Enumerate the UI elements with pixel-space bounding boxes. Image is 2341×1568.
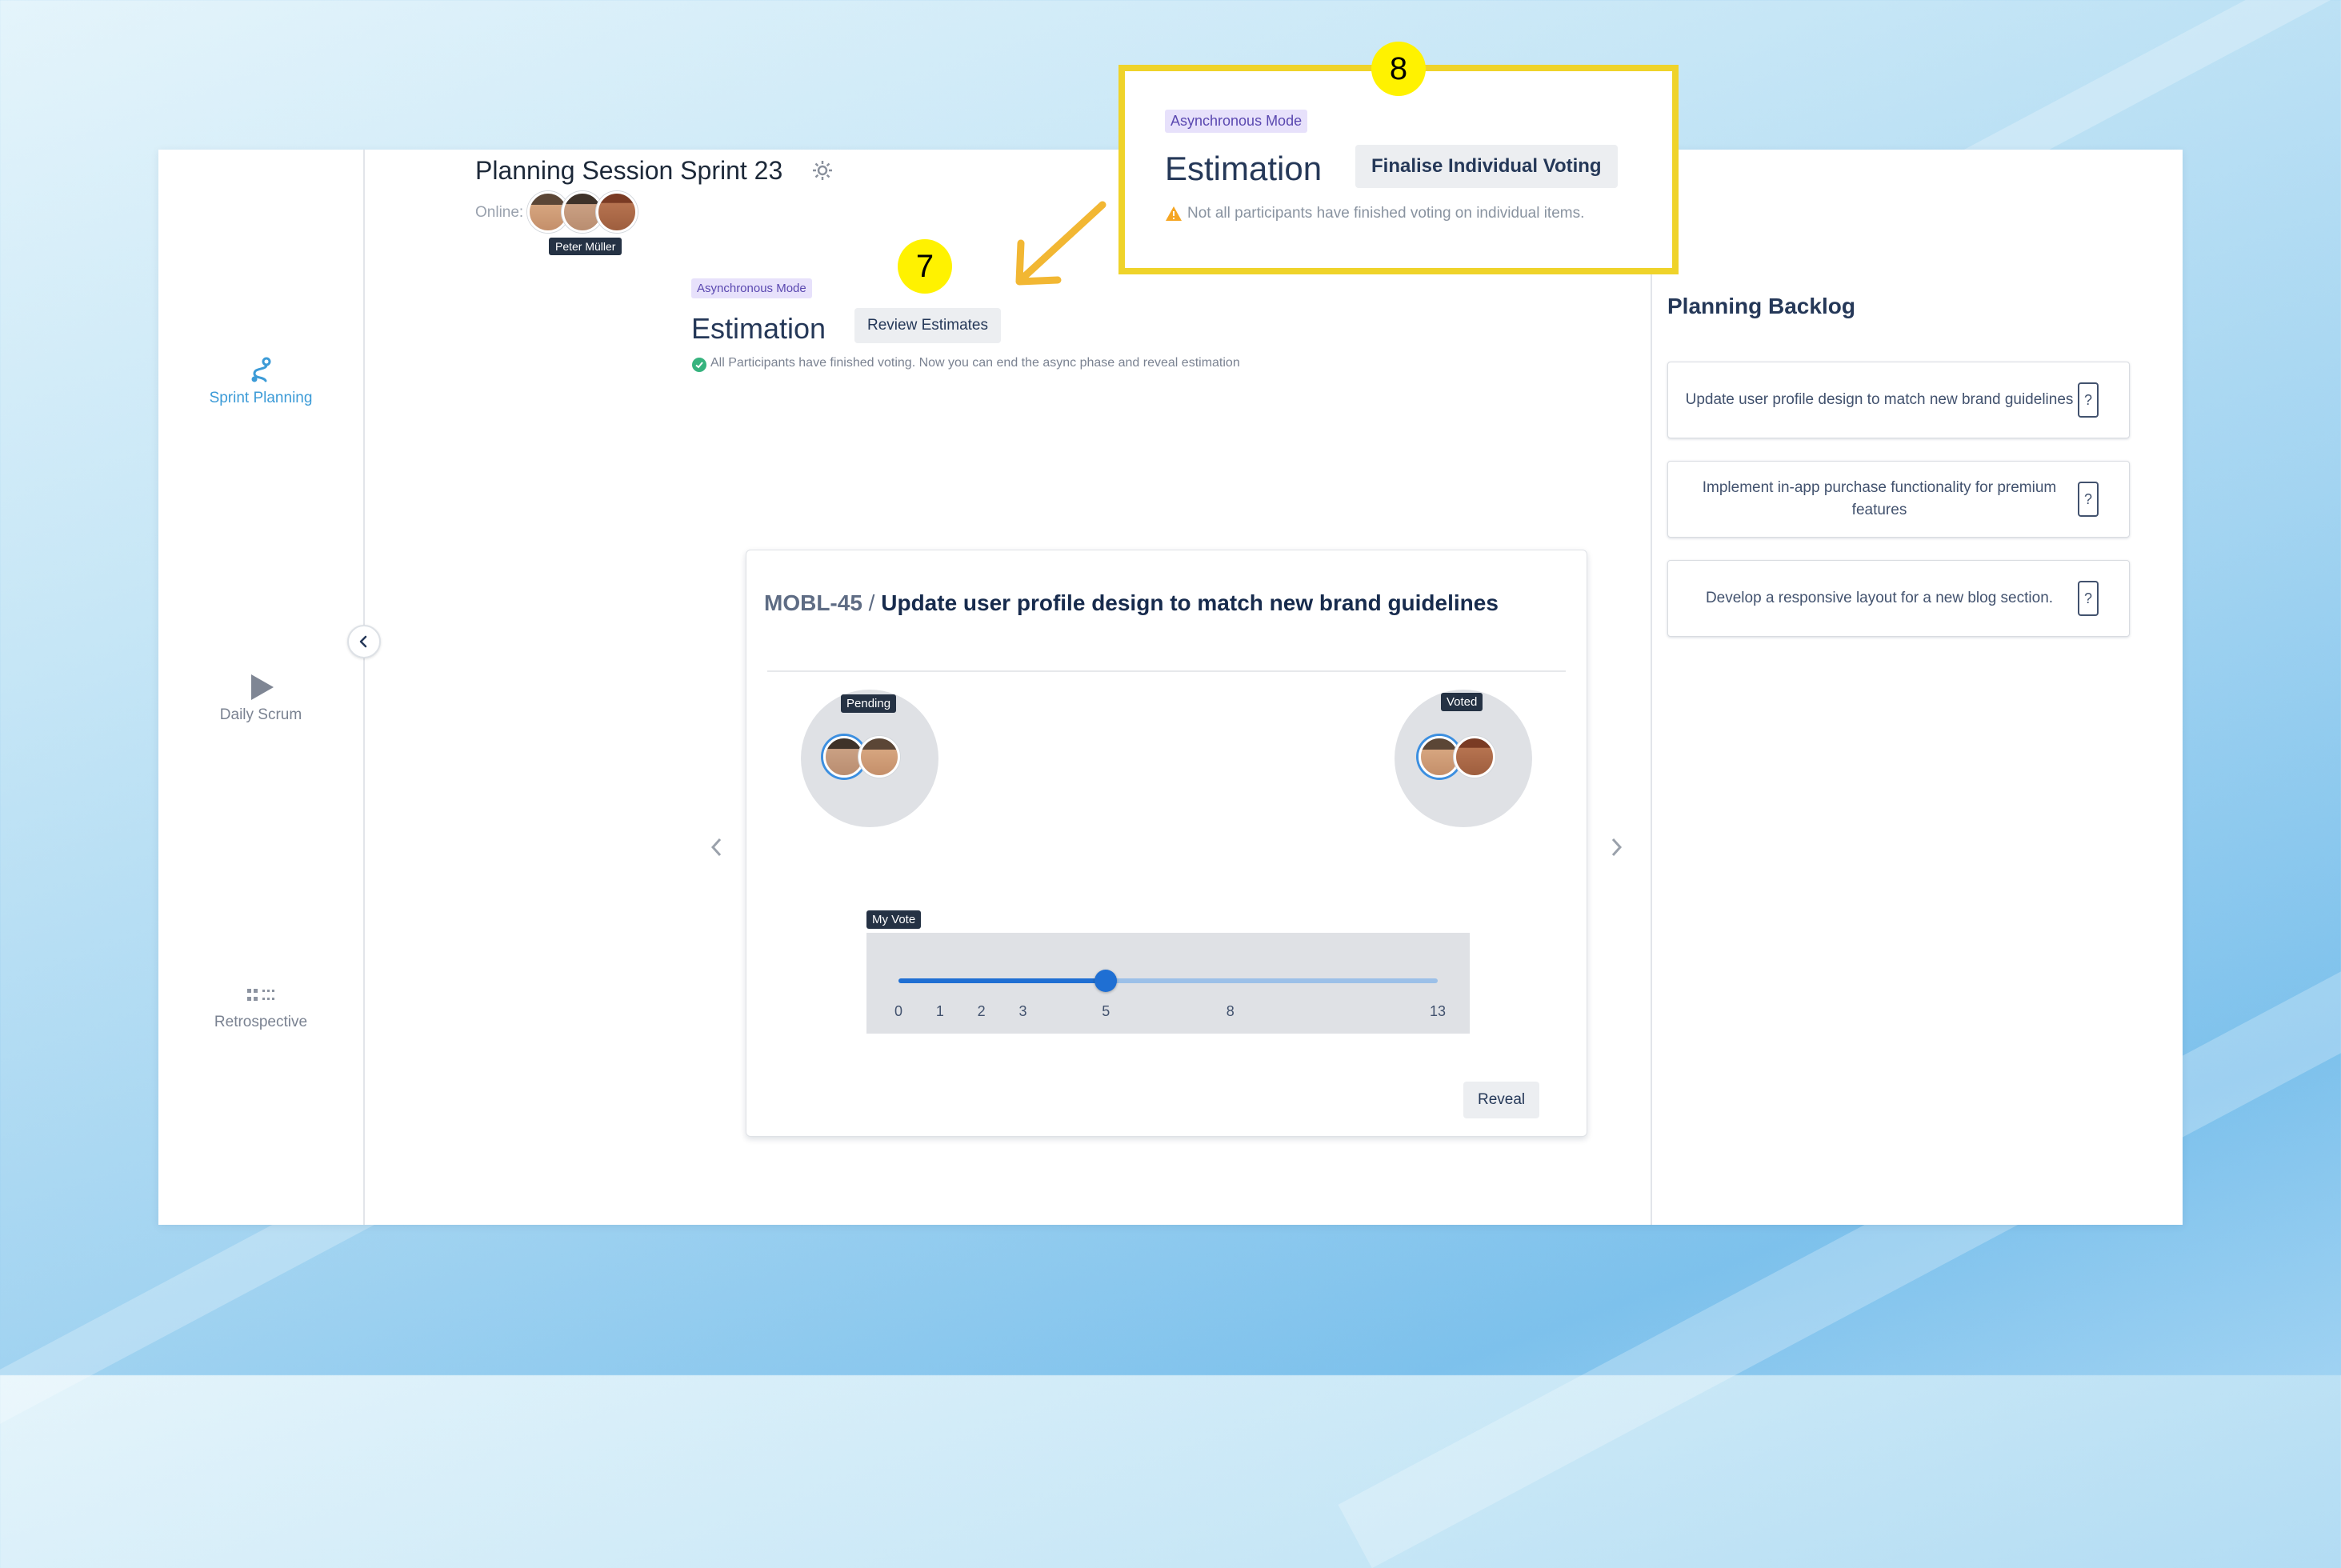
chevron-left-icon[interactable] — [710, 837, 724, 858]
chevron-left-icon — [359, 635, 367, 648]
chevron-right-icon[interactable] — [1609, 837, 1623, 858]
gear-icon[interactable] — [811, 159, 834, 182]
callout-warning-message: Not all participants have finished votin… — [1187, 205, 1585, 222]
slider-tick-label: 3 — [1018, 1003, 1027, 1019]
nav-item-retrospective[interactable]: Retrospective — [158, 986, 363, 1031]
estimation-title: Estimation — [691, 312, 826, 345]
backlog-item[interactable]: Update user profile design to match new … — [1667, 362, 2130, 438]
app-window: Sprint Planning Daily Scrum Retrospectiv… — [158, 150, 2183, 1225]
highlight-callout: Asynchronous Mode Estimation Finalise In… — [1118, 65, 1679, 274]
planning-backlog-panel: Planning Backlog Update user profile des… — [1651, 150, 2184, 1225]
sprint-planning-icon — [251, 357, 271, 382]
slider-fill — [898, 978, 1106, 983]
vote-slider[interactable]: 0 1 2 3 5 8 13 — [866, 933, 1470, 1034]
slider-tick-label: 13 — [1429, 1003, 1447, 1019]
avatar[interactable] — [1454, 736, 1495, 778]
backlog-item[interactable]: Implement in-app purchase functionality … — [1667, 461, 2130, 538]
warning-icon — [1166, 206, 1182, 221]
slider-tick-label: 8 — [1226, 1003, 1235, 1019]
estimate-badge: ? — [2078, 382, 2099, 418]
slider-thumb[interactable] — [1094, 970, 1118, 992]
avatar[interactable] — [858, 736, 900, 778]
reveal-button[interactable]: Reveal — [1463, 1082, 1540, 1118]
issue-key[interactable]: MOBL-45 — [764, 590, 862, 615]
annotation-badge-8: 8 — [1371, 42, 1426, 96]
finalise-individual-voting-button[interactable]: Finalise Individual Voting — [1355, 145, 1618, 188]
slider-tick-label: 2 — [977, 1003, 986, 1019]
async-mode-lozenge: Asynchronous Mode — [691, 278, 812, 298]
estimation-card: MOBL-45 / Update user profile design to … — [710, 550, 1623, 1137]
slider-tick-label: 5 — [1102, 1003, 1110, 1019]
collapse-sidebar-button[interactable] — [347, 625, 381, 658]
pending-tag: Pending — [841, 694, 897, 713]
slider-tick-label: 1 — [935, 1003, 944, 1019]
nav-label-daily-scrum: Daily Scrum — [219, 706, 302, 723]
annotation-arrow-icon — [1015, 201, 1106, 286]
sidebar-nav: Sprint Planning Daily Scrum Retrospectiv… — [158, 150, 365, 1225]
issue-heading: MOBL-45 / Update user profile design to … — [764, 590, 1499, 616]
voting-status-message: All Participants have finished voting. N… — [710, 356, 1240, 370]
online-label: Online: — [475, 204, 524, 221]
avatar[interactable] — [596, 191, 638, 233]
play-icon — [251, 674, 274, 700]
nav-item-sprint-planning[interactable]: Sprint Planning — [158, 356, 363, 407]
nav-label-retrospective: Retrospective — [214, 1014, 308, 1030]
voted-tag: Voted — [1441, 693, 1483, 711]
callout-estimation-title: Estimation — [1165, 150, 1323, 187]
avatar-tooltip: Peter Müller — [549, 238, 622, 255]
backlog-item[interactable]: Develop a responsive layout for a new bl… — [1667, 560, 2130, 637]
estimate-badge: ? — [2078, 482, 2099, 517]
review-estimates-button[interactable]: Review Estimates — [854, 308, 1001, 343]
backlog-title: Planning Backlog — [1667, 294, 1855, 318]
my-vote-tag: My Vote — [866, 910, 922, 929]
grid-dots-icon — [247, 989, 274, 1001]
nav-label-sprint-planning: Sprint Planning — [209, 390, 313, 406]
issue-separator: / — [862, 590, 882, 615]
divider — [767, 670, 1566, 672]
annotation-badge-7: 7 — [898, 239, 952, 294]
issue-summary: Update user profile design to match new … — [881, 590, 1499, 615]
backlog-item-text: Implement in-app purchase functionality … — [1702, 479, 2057, 518]
slider-tick-label: 0 — [894, 1003, 903, 1019]
check-circle-icon — [692, 358, 706, 372]
callout-async-mode-lozenge: Asynchronous Mode — [1165, 110, 1308, 133]
nav-item-daily-scrum[interactable]: Daily Scrum — [158, 673, 363, 724]
backlog-item-text: Update user profile design to match new … — [1685, 391, 2074, 408]
backlog-item-text: Develop a responsive layout for a new bl… — [1705, 590, 2054, 606]
estimate-badge: ? — [2078, 581, 2099, 616]
page-title: Planning Session Sprint 23 — [475, 156, 783, 185]
